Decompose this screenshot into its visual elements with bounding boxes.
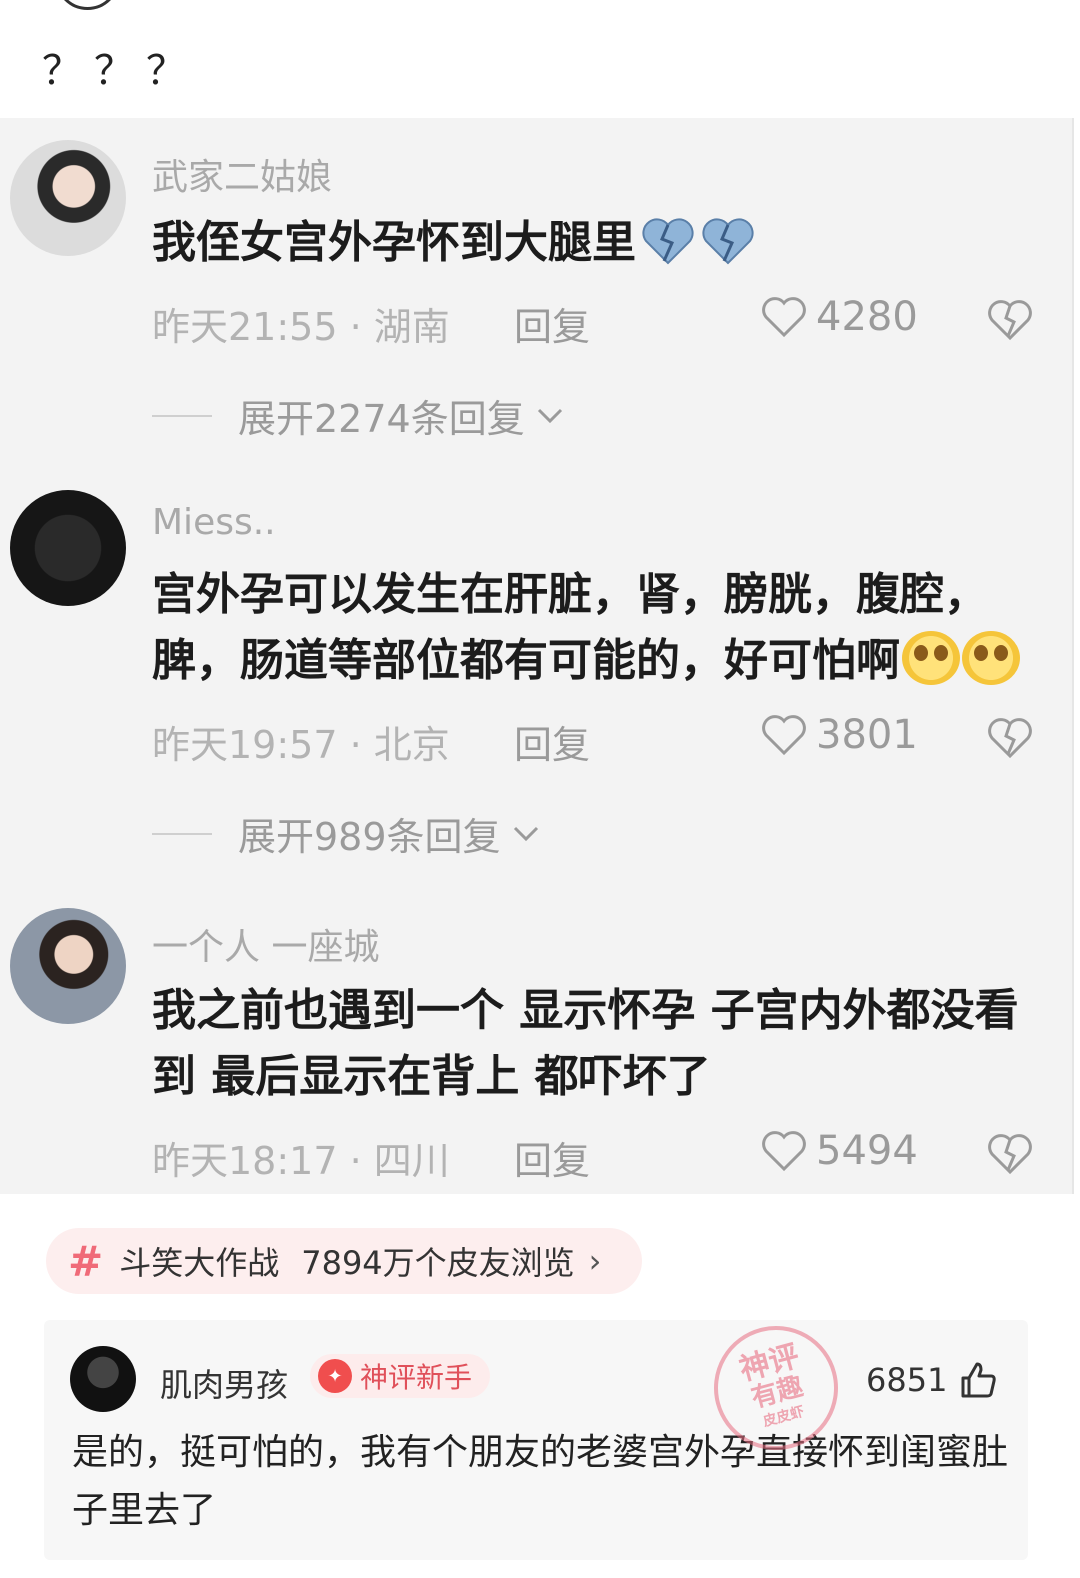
- author-avatar[interactable]: [55, 0, 120, 10]
- comment-text: 我之前也遇到一个 显示怀孕 子宫内外都没看到 最后显示在背上 都吓坏了: [152, 978, 1022, 1110]
- hashtag-icon: #: [68, 1237, 103, 1286]
- topic-tag[interactable]: # 斗笑大作战 7894万个皮友浏览 ›: [46, 1228, 642, 1294]
- avatar[interactable]: [70, 1346, 136, 1412]
- topic-views: 7894万个皮友浏览: [301, 1238, 574, 1284]
- topic-name: 斗笑大作战: [119, 1238, 279, 1284]
- medal-icon: ✦: [318, 1359, 352, 1393]
- like-button[interactable]: 3801: [760, 712, 918, 758]
- heart-icon: [760, 295, 808, 339]
- chevron-down-icon: [511, 824, 541, 844]
- status-badge: ✦ 神评新手: [310, 1354, 490, 1398]
- divider-line: [152, 833, 212, 835]
- like-button[interactable]: 5494: [760, 1128, 918, 1174]
- broken-heart-emoji: [700, 217, 756, 265]
- comment-meta: 昨天18:17 · 四川: [152, 1130, 450, 1185]
- broken-heart-icon[interactable]: [986, 1132, 1034, 1176]
- comment-text: 宫外孕可以发生在肝脏，肾，膀胱，腹腔，脾，肠道等部位都有可能的，好可怕啊: [152, 562, 1052, 694]
- comment-username[interactable]: Miess..: [152, 502, 276, 543]
- like-button[interactable]: 4280: [760, 294, 918, 340]
- like-count: 6851: [866, 1361, 947, 1399]
- like-count: 5494: [816, 1128, 918, 1174]
- crying-face-emoji: [962, 631, 1020, 685]
- reply-button[interactable]: 回复: [514, 296, 590, 351]
- badge-label: 神评新手: [360, 1356, 472, 1396]
- avatar[interactable]: [10, 908, 126, 1024]
- chevron-right-icon: ›: [589, 1242, 602, 1280]
- expand-replies-label: 展开2274条回复: [238, 388, 525, 443]
- featured-comment-card[interactable]: 肌肉男孩 ✦ 神评新手 6851 是的，挺可怕的，我有个朋友的老婆宫外孕直接怀到…: [44, 1320, 1028, 1560]
- comment-meta: 昨天19:57 · 北京: [152, 714, 450, 769]
- crying-face-emoji: [902, 631, 960, 685]
- expand-replies-button[interactable]: 展开989条回复: [152, 806, 541, 861]
- comment-meta: 昨天21:55 · 湖南: [152, 296, 450, 351]
- comment-text: 我侄女宫外孕怀到大腿里: [152, 210, 1052, 276]
- broken-heart-emoji: [640, 217, 696, 265]
- embedded-screenshot: 武家二姑娘 我侄女宫外孕怀到大腿里 昨天21:55 · 湖南 回复 4280 展…: [0, 118, 1074, 1194]
- heart-icon: [760, 713, 808, 757]
- reply-button[interactable]: 回复: [514, 1130, 590, 1185]
- broken-heart-icon[interactable]: [986, 298, 1034, 342]
- post-text: ？？？: [42, 38, 198, 96]
- chevron-down-icon: [535, 406, 565, 426]
- heart-icon: [760, 1129, 808, 1173]
- comment-text: 是的，挺可怕的，我有个朋友的老婆宫外孕直接怀到闺蜜肚子里去了: [72, 1424, 1012, 1540]
- comment-username[interactable]: 一个人 一座城: [152, 918, 379, 970]
- like-count: 3801: [816, 712, 918, 758]
- expand-replies-button[interactable]: 展开2274条回复: [152, 388, 565, 443]
- broken-heart-icon[interactable]: [986, 716, 1034, 760]
- comment-username[interactable]: 武家二姑娘: [152, 148, 332, 200]
- divider-line: [152, 415, 212, 417]
- avatar[interactable]: [10, 140, 126, 256]
- expand-replies-label: 展开989条回复: [238, 806, 501, 861]
- reply-button[interactable]: 回复: [514, 714, 590, 769]
- like-button[interactable]: 6851: [866, 1360, 997, 1400]
- comment-username[interactable]: 肌肉男孩: [160, 1360, 288, 1406]
- thumbs-up-icon: [957, 1360, 997, 1400]
- avatar[interactable]: [10, 490, 126, 606]
- like-count: 4280: [816, 294, 918, 340]
